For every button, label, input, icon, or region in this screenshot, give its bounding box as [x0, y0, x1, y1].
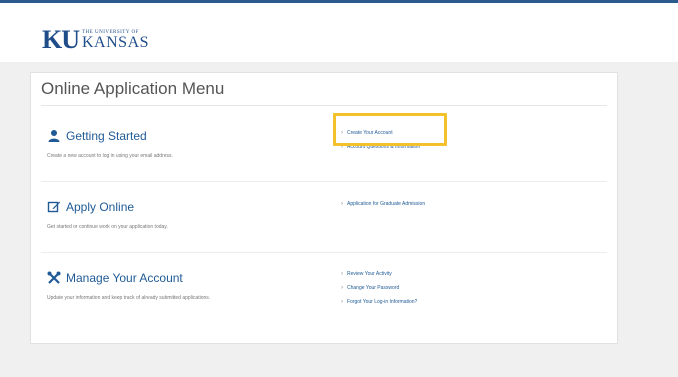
section-desc-manage-account: Update your information and keep track o… — [47, 295, 211, 301]
section-divider — [41, 181, 607, 182]
highlight-box — [333, 113, 447, 146]
review-activity-link[interactable]: Review Your Activity — [341, 267, 417, 281]
page-title: Online Application Menu — [41, 79, 225, 98]
site-header: KU THE UNIVERSITY OF KANSAS — [0, 0, 678, 62]
section-title-apply-online[interactable]: Apply Online — [66, 200, 134, 214]
edit-icon — [47, 201, 60, 213]
logo-kansas: KANSAS — [82, 33, 150, 51]
section-title-getting-started[interactable]: Getting Started — [66, 129, 147, 143]
manage-account-links: Review Your Activity Change Your Passwor… — [341, 267, 417, 309]
graduate-application-link[interactable]: Application for Graduate Admission — [341, 197, 425, 211]
section-divider — [41, 252, 607, 253]
user-icon — [48, 130, 60, 142]
application-menu-panel: Online Application Menu Getting Started … — [30, 72, 618, 344]
ku-logo[interactable]: KU THE UNIVERSITY OF KANSAS — [42, 25, 149, 55]
logo-ku-text: KU — [42, 25, 80, 54]
section-title-manage-account[interactable]: Manage Your Account — [66, 271, 183, 285]
section-desc-apply-online: Get started or continue work on your app… — [47, 224, 168, 230]
title-divider — [41, 105, 607, 106]
apply-online-links: Application for Graduate Admission — [341, 197, 425, 211]
tools-icon — [47, 271, 61, 284]
forgot-login-link[interactable]: Forgot Your Log-in Information? — [341, 295, 417, 309]
change-password-link[interactable]: Change Your Password — [341, 281, 417, 295]
section-desc-getting-started: Create a new account to log in using you… — [47, 153, 173, 159]
